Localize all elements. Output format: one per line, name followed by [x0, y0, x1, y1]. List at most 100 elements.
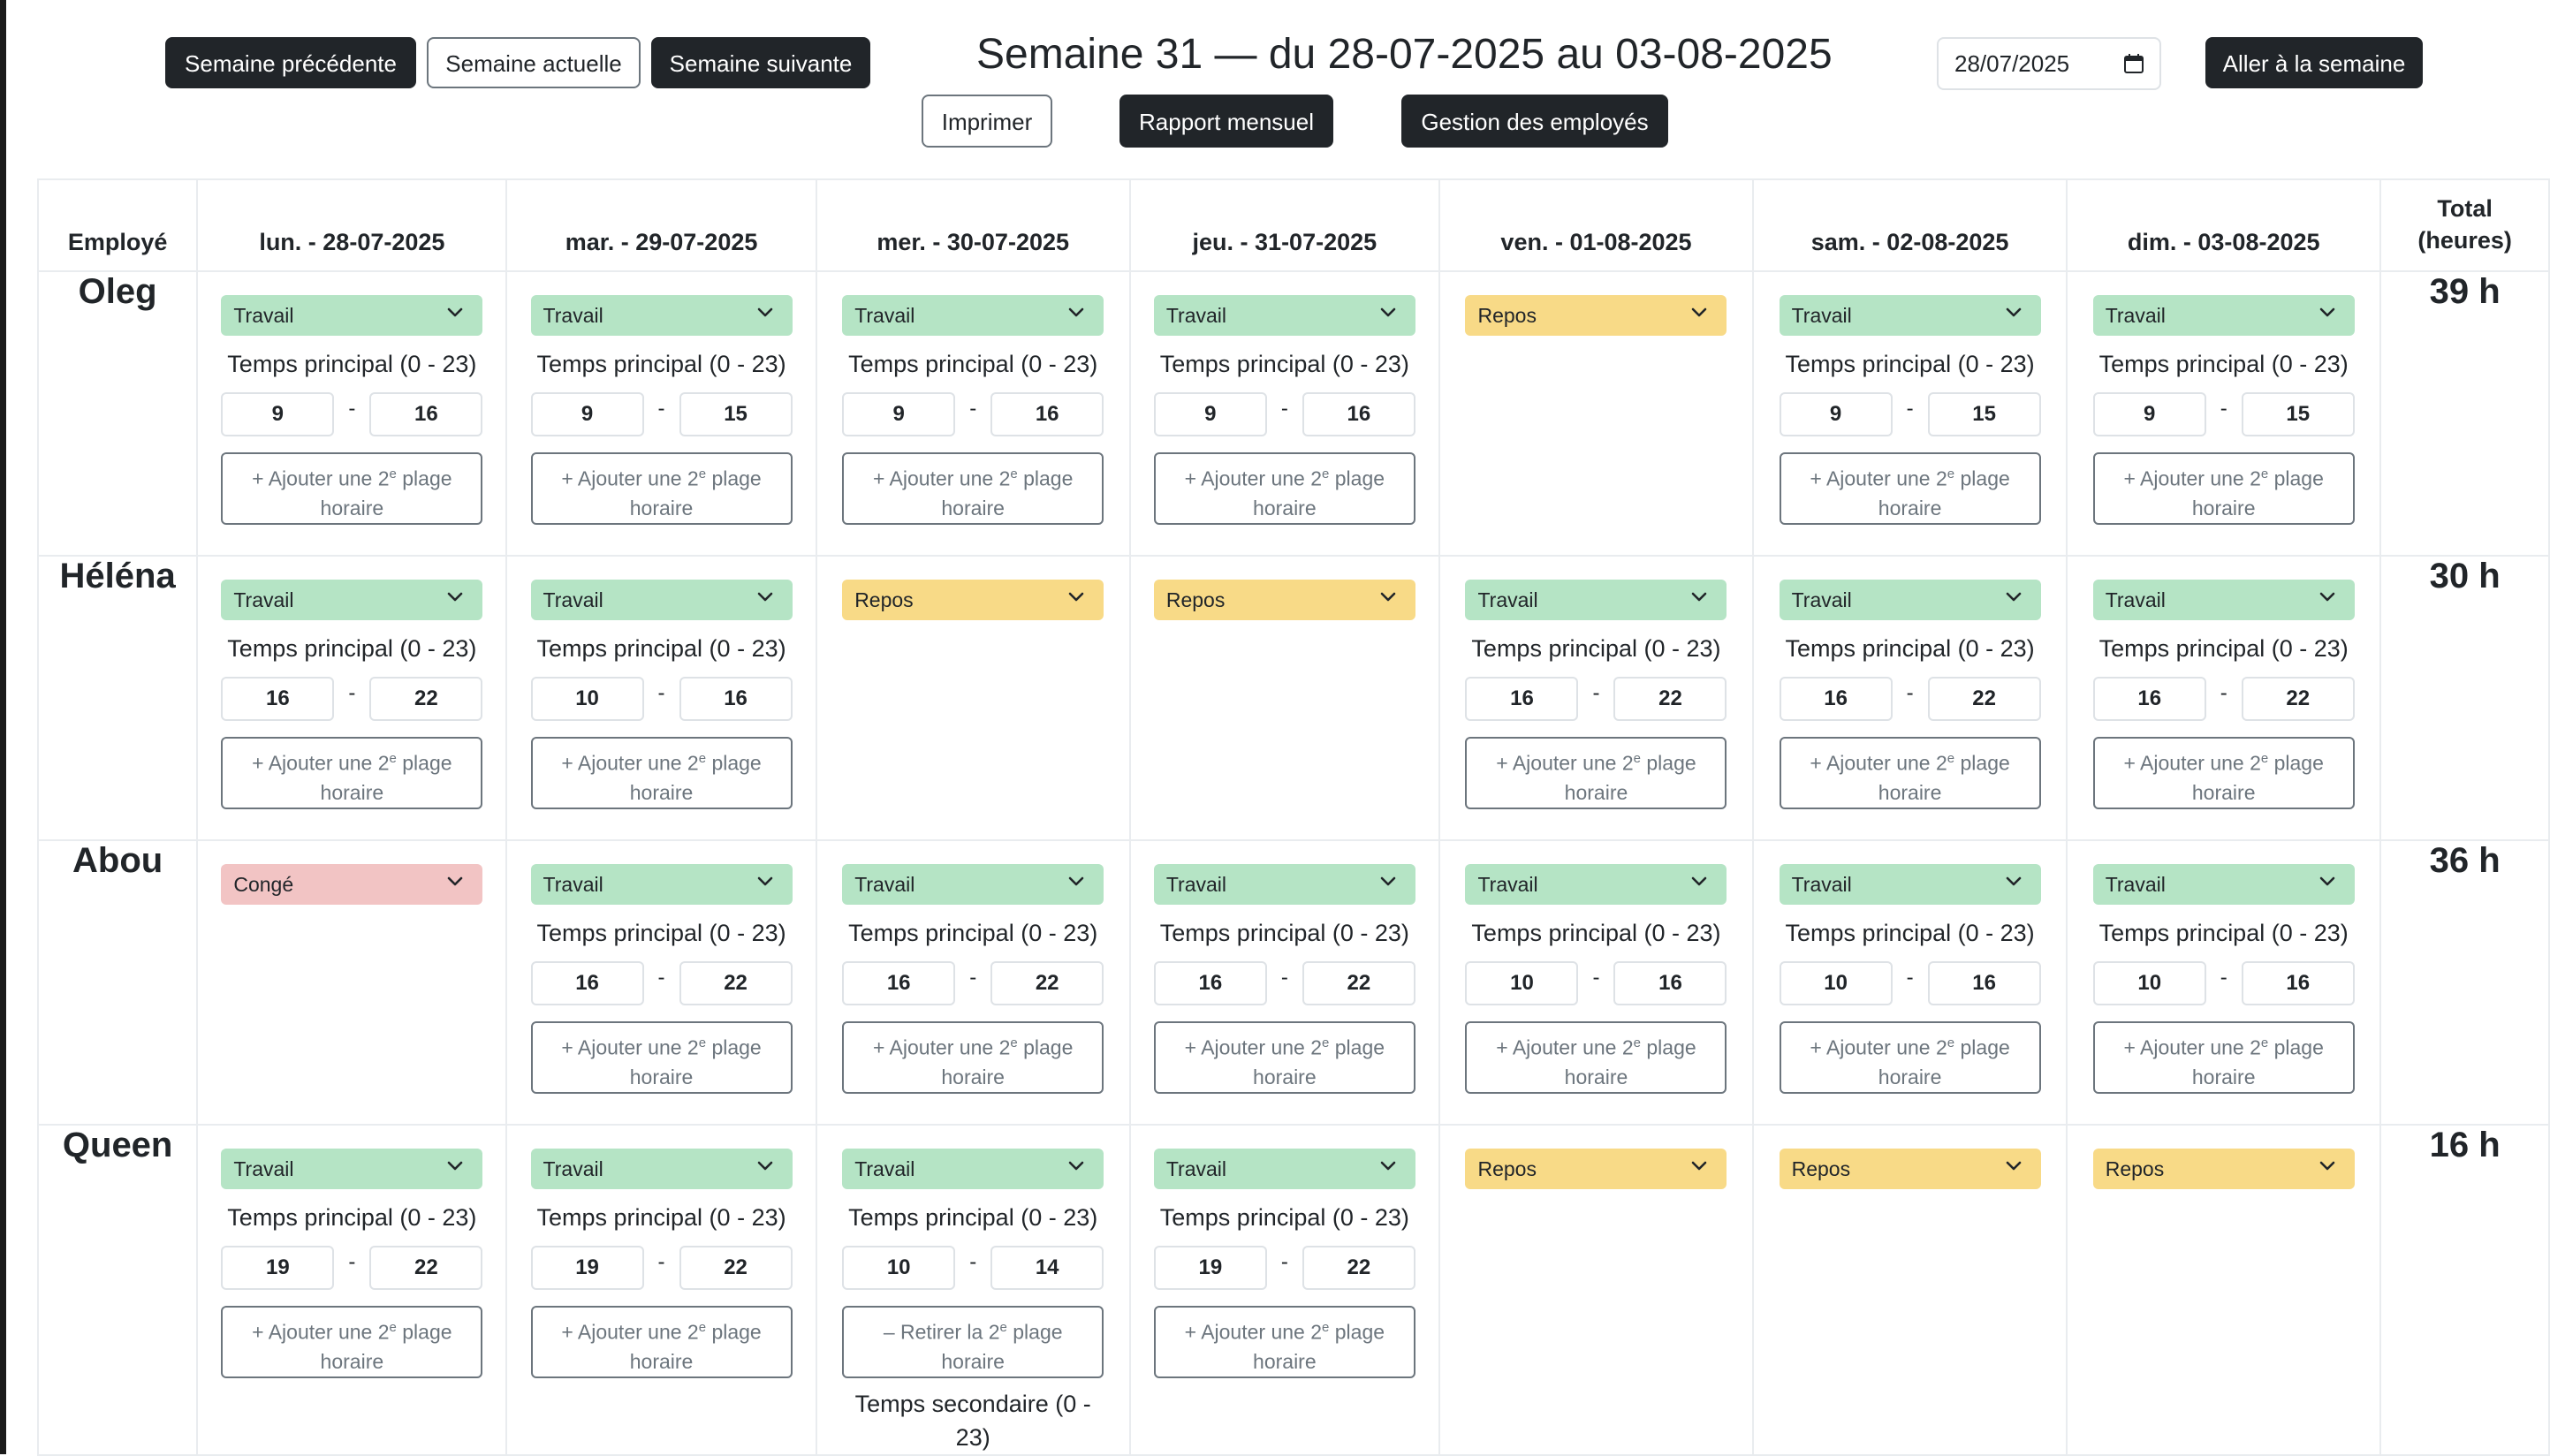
start-hour-input[interactable]: 10 — [1465, 961, 1579, 1005]
status-select[interactable]: Travail — [1153, 295, 1415, 336]
start-hour-input[interactable]: 9 — [221, 392, 335, 436]
start-hour-input[interactable]: 19 — [530, 1246, 644, 1290]
start-hour-input[interactable]: 9 — [842, 392, 956, 436]
status-select[interactable]: Travail — [1779, 580, 2041, 620]
end-hour-input[interactable]: 22 — [990, 961, 1104, 1005]
add-second-slot-button[interactable]: + Ajouter une 2e plage horaire — [530, 1021, 793, 1094]
start-hour-input[interactable]: 16 — [221, 677, 335, 721]
end-hour-input[interactable]: 22 — [2241, 677, 2355, 721]
status-select[interactable]: Travail — [842, 1149, 1104, 1189]
add-second-slot-button[interactable]: + Ajouter une 2e plage horaire — [1779, 1021, 2041, 1094]
start-hour-input[interactable]: 16 — [1779, 677, 1893, 721]
start-hour-input[interactable]: 9 — [1779, 392, 1893, 436]
end-hour-input[interactable]: 22 — [369, 1246, 483, 1290]
status-select[interactable]: Repos — [1153, 580, 1415, 620]
add-second-slot-button[interactable]: + Ajouter une 2e plage horaire — [221, 737, 483, 809]
end-hour-input[interactable]: 22 — [1927, 677, 2041, 721]
status-select[interactable]: Congé — [221, 864, 483, 905]
end-hour-input[interactable]: 16 — [369, 392, 483, 436]
start-hour-input[interactable]: 16 — [1465, 677, 1579, 721]
end-hour-input[interactable]: 22 — [679, 1246, 793, 1290]
add-second-slot-button[interactable]: + Ajouter une 2e plage horaire — [530, 1306, 793, 1378]
add-second-slot-button[interactable]: + Ajouter une 2e plage horaire — [1779, 452, 2041, 525]
status-select[interactable]: Travail — [530, 1149, 793, 1189]
manage-employees-button[interactable]: Gestion des employés — [1401, 95, 1668, 148]
status-select[interactable]: Travail — [530, 295, 793, 336]
status-select[interactable]: Repos — [1465, 295, 1727, 336]
end-hour-input[interactable]: 15 — [679, 392, 793, 436]
end-hour-input[interactable]: 22 — [1613, 677, 1727, 721]
end-hour-input[interactable]: 15 — [2241, 392, 2355, 436]
start-hour-input[interactable]: 10 — [1779, 961, 1893, 1005]
start-hour-input[interactable]: 19 — [1153, 1246, 1267, 1290]
remove-second-slot-button[interactable]: – Retirer la 2e plage horaire — [842, 1306, 1104, 1378]
add-second-slot-button[interactable]: + Ajouter une 2e plage horaire — [530, 737, 793, 809]
add-second-slot-button[interactable]: + Ajouter une 2e plage horaire — [1153, 452, 1415, 525]
calendar-icon[interactable] — [2124, 54, 2144, 73]
end-hour-input[interactable]: 16 — [2241, 961, 2355, 1005]
end-hour-input[interactable]: 16 — [1927, 961, 2041, 1005]
end-hour-input[interactable]: 16 — [1302, 392, 1415, 436]
status-select[interactable]: Travail — [842, 295, 1104, 336]
status-select[interactable]: Travail — [1779, 864, 2041, 905]
week-date-input[interactable]: 28/07/2025 — [1937, 37, 2161, 90]
end-hour-input[interactable]: 22 — [1302, 961, 1415, 1005]
start-hour-input[interactable]: 10 — [842, 1246, 956, 1290]
add-second-slot-button[interactable]: + Ajouter une 2e plage horaire — [2092, 1021, 2355, 1094]
status-select[interactable]: Travail — [221, 580, 483, 620]
end-hour-input[interactable]: 22 — [369, 677, 483, 721]
add-second-slot-button[interactable]: + Ajouter une 2e plage horaire — [221, 452, 483, 525]
status-select[interactable]: Travail — [221, 295, 483, 336]
add-second-slot-button[interactable]: + Ajouter une 2e plage horaire — [842, 452, 1104, 525]
monthly-report-button[interactable]: Rapport mensuel — [1119, 95, 1333, 148]
end-hour-input[interactable]: 16 — [990, 392, 1104, 436]
start-hour-input[interactable]: 16 — [530, 961, 644, 1005]
end-hour-input[interactable]: 22 — [1302, 1246, 1415, 1290]
add-second-slot-button[interactable]: + Ajouter une 2e plage horaire — [530, 452, 793, 525]
add-second-slot-button[interactable]: + Ajouter une 2e plage horaire — [1465, 1021, 1727, 1094]
status-select[interactable]: Repos — [2092, 1149, 2355, 1189]
start-hour-input[interactable]: 9 — [530, 392, 644, 436]
add-second-slot-button[interactable]: + Ajouter une 2e plage horaire — [2092, 737, 2355, 809]
status-select[interactable]: Travail — [1153, 1149, 1415, 1189]
start-hour-input[interactable]: 16 — [842, 961, 956, 1005]
end-hour-input[interactable]: 15 — [1927, 392, 2041, 436]
start-hour-input[interactable]: 9 — [1153, 392, 1267, 436]
end-hour-input[interactable]: 16 — [679, 677, 793, 721]
status-select[interactable]: Travail — [221, 1149, 483, 1189]
print-button[interactable]: Imprimer — [922, 95, 1052, 148]
end-hour-input[interactable]: 14 — [990, 1246, 1104, 1290]
status-select[interactable]: Travail — [1465, 580, 1727, 620]
add-second-slot-button[interactable]: + Ajouter une 2e plage horaire — [842, 1021, 1104, 1094]
prev-week-button[interactable]: Semaine précédente — [165, 37, 416, 88]
go-to-week-button[interactable]: Aller à la semaine — [2205, 37, 2423, 88]
status-select[interactable]: Travail — [1779, 295, 2041, 336]
add-second-slot-button[interactable]: + Ajouter une 2e plage horaire — [221, 1306, 483, 1378]
add-second-slot-button[interactable]: + Ajouter une 2e plage horaire — [1153, 1306, 1415, 1378]
current-week-button[interactable]: Semaine actuelle — [427, 37, 641, 88]
next-week-button[interactable]: Semaine suivante — [651, 37, 870, 88]
status-select[interactable]: Travail — [2092, 295, 2355, 336]
add-second-slot-button[interactable]: + Ajouter une 2e plage horaire — [1779, 737, 2041, 809]
start-hour-input[interactable]: 16 — [2092, 677, 2206, 721]
add-second-slot-button[interactable]: + Ajouter une 2e plage horaire — [1465, 737, 1727, 809]
add-second-slot-button[interactable]: + Ajouter une 2e plage horaire — [1153, 1021, 1415, 1094]
start-hour-input[interactable]: 16 — [1153, 961, 1267, 1005]
status-select[interactable]: Travail — [530, 580, 793, 620]
status-select[interactable]: Repos — [1779, 1149, 2041, 1189]
start-hour-input[interactable]: 19 — [221, 1246, 335, 1290]
add-second-slot-button[interactable]: + Ajouter une 2e plage horaire — [2092, 452, 2355, 525]
status-select[interactable]: Repos — [842, 580, 1104, 620]
status-select[interactable]: Travail — [1465, 864, 1727, 905]
status-select[interactable]: Repos — [1465, 1149, 1727, 1189]
end-hour-input[interactable]: 16 — [1613, 961, 1727, 1005]
start-hour-input[interactable]: 10 — [2092, 961, 2206, 1005]
status-select[interactable]: Travail — [842, 864, 1104, 905]
end-hour-input[interactable]: 22 — [679, 961, 793, 1005]
start-hour-input[interactable]: 9 — [2092, 392, 2206, 436]
status-select[interactable]: Travail — [1153, 864, 1415, 905]
status-select[interactable]: Travail — [530, 864, 793, 905]
status-select[interactable]: Travail — [2092, 580, 2355, 620]
status-select[interactable]: Travail — [2092, 864, 2355, 905]
start-hour-input[interactable]: 10 — [530, 677, 644, 721]
